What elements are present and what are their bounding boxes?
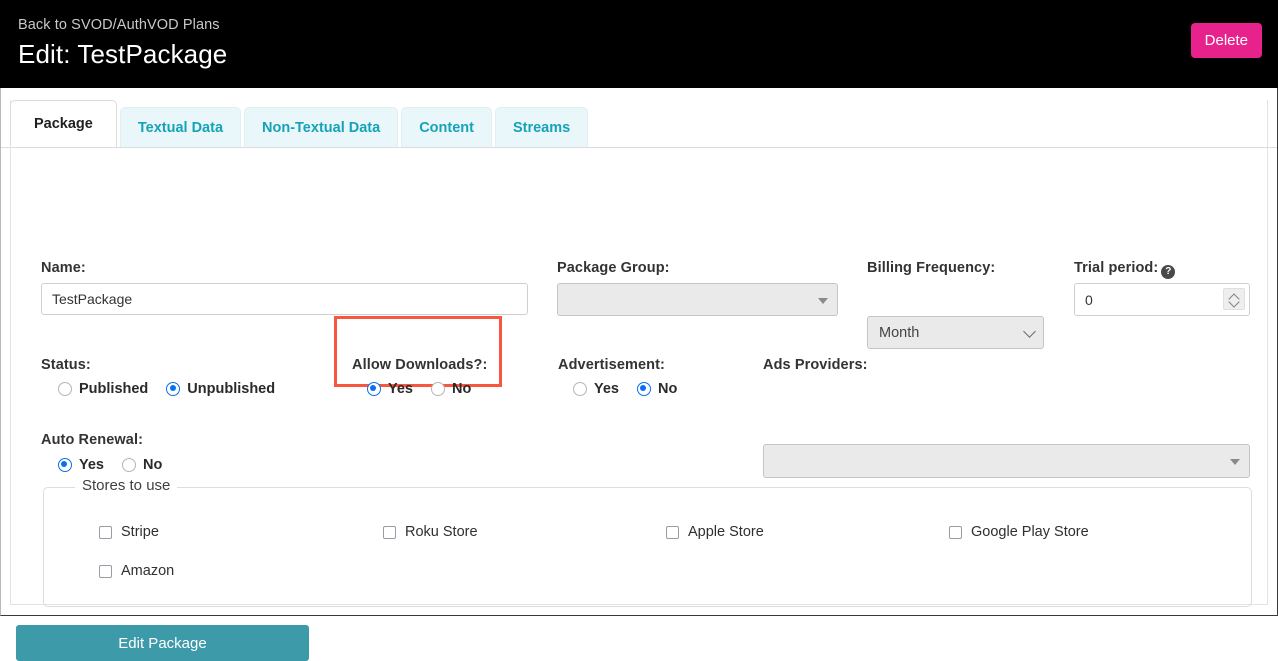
- package-group-label: Package Group:: [557, 260, 670, 276]
- billing-frequency-value: Month: [879, 324, 920, 341]
- tab-label: Textual Data: [137, 119, 224, 136]
- number-stepper[interactable]: [1223, 288, 1245, 310]
- auto-renewal-radio-group: Yes No: [58, 457, 162, 473]
- tab-label: Non-Textual Data: [262, 119, 381, 136]
- auto-renewal-label: Auto Renewal:: [41, 432, 143, 448]
- help-circle-icon[interactable]: ?: [1161, 265, 1176, 279]
- edit-package-button[interactable]: Edit Package: [16, 625, 309, 661]
- chevron-down-icon: [818, 297, 828, 304]
- back-link[interactable]: Back to SVOD/AuthVOD Plans: [18, 17, 220, 34]
- checkbox-icon: [383, 525, 396, 539]
- radio-icon: [122, 458, 136, 472]
- delete-button[interactable]: Delete: [1190, 23, 1262, 58]
- allow-downloads-highlight: [334, 316, 502, 387]
- chevron-down-icon: [1023, 324, 1036, 338]
- status-radio-group: Published Unpublished: [58, 381, 275, 397]
- app-header: Back to SVOD/AuthVOD Plans Edit: TestPac…: [0, 0, 1278, 88]
- tab-streams[interactable]: Streams: [494, 107, 589, 147]
- billing-frequency-select[interactable]: Month: [867, 316, 1044, 349]
- advertisement-option-no[interactable]: No: [637, 381, 677, 397]
- auto-renewal-option-no[interactable]: No: [122, 457, 162, 473]
- name-label: Name:: [41, 260, 86, 276]
- checkbox-icon: [666, 525, 679, 539]
- radio-selected-icon: [367, 382, 381, 396]
- checkbox-icon: [99, 525, 112, 539]
- tab-package[interactable]: Package: [10, 100, 117, 147]
- radio-icon: [431, 382, 445, 396]
- advertisement-option-yes[interactable]: Yes: [573, 381, 619, 397]
- trial-period-label: Trial period:?: [1074, 259, 1176, 279]
- name-input[interactable]: [41, 283, 528, 315]
- ads-providers-select[interactable]: [763, 444, 1250, 478]
- tab-label: Streams: [512, 119, 571, 136]
- package-form: Name: Package Group: Billing Frequency: …: [1, 147, 1278, 661]
- stores-to-use-legend: Stores to use: [75, 477, 178, 494]
- allow-downloads-option-yes[interactable]: Yes: [367, 381, 413, 397]
- allow-downloads-label: Allow Downloads?:: [352, 357, 488, 373]
- status-option-unpublished[interactable]: Unpublished: [166, 381, 275, 397]
- trial-period-wrapper: [1074, 283, 1250, 316]
- radio-selected-icon: [58, 458, 72, 472]
- radio-selected-icon: [166, 382, 181, 396]
- store-checkbox-amazon[interactable]: Amazon: [99, 563, 174, 579]
- status-option-published[interactable]: Published: [58, 381, 148, 397]
- radio-icon: [573, 382, 587, 396]
- page-title: Edit: TestPackage: [18, 39, 228, 69]
- checkbox-icon: [99, 564, 112, 578]
- store-checkbox-apple-store[interactable]: Apple Store: [666, 524, 764, 540]
- tab-non-textual-data[interactable]: Non-Textual Data: [244, 107, 399, 147]
- package-group-select[interactable]: [557, 283, 838, 316]
- tab-bar: Package Textual Data Non-Textual Data Co…: [10, 100, 589, 147]
- auto-renewal-option-yes[interactable]: Yes: [58, 457, 104, 473]
- store-checkbox-google-play-store[interactable]: Google Play Store: [949, 524, 1089, 540]
- allow-downloads-radio-group: Yes No: [367, 381, 471, 397]
- tab-label: Content: [419, 119, 474, 136]
- tab-label: Package: [34, 115, 93, 132]
- page-container: Package Textual Data Non-Textual Data Co…: [0, 88, 1278, 661]
- radio-icon: [58, 382, 72, 396]
- allow-downloads-option-no[interactable]: No: [431, 381, 471, 397]
- stores-to-use-fieldset: Stores to use Stripe Roku Store Apple St…: [43, 477, 1252, 607]
- advertisement-label: Advertisement:: [558, 357, 665, 373]
- billing-frequency-label: Billing Frequency:: [867, 260, 996, 276]
- checkbox-icon: [949, 525, 962, 539]
- radio-selected-icon: [637, 382, 651, 396]
- chevron-down-icon: [1230, 459, 1240, 465]
- store-checkbox-stripe[interactable]: Stripe: [99, 524, 159, 540]
- advertisement-radio-group: Yes No: [573, 381, 677, 397]
- ads-providers-label: Ads Providers:: [763, 357, 868, 373]
- tab-textual-data[interactable]: Textual Data: [119, 107, 242, 147]
- store-checkbox-roku-store[interactable]: Roku Store: [383, 524, 478, 540]
- status-label: Status:: [41, 357, 91, 373]
- tab-content[interactable]: Content: [401, 107, 492, 147]
